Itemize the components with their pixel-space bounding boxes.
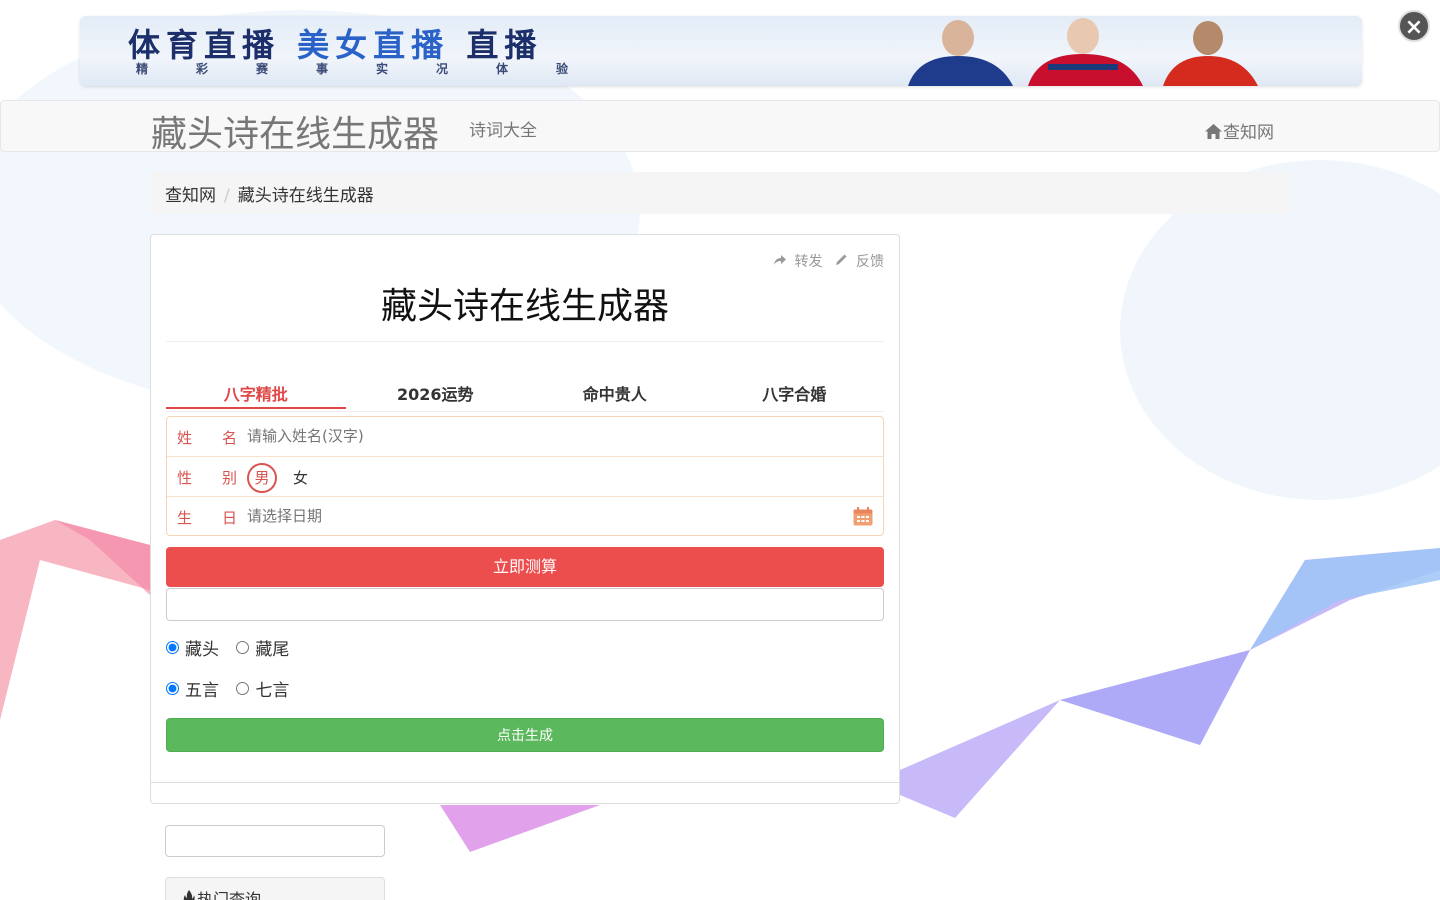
home-icon (1205, 124, 1222, 139)
option-tail-radio[interactable] (236, 641, 250, 654)
tabs-divider (166, 411, 884, 412)
sports-banner-ad[interactable]: 体育直播 美女直播 直播 精彩赛事实况体验 (80, 16, 1362, 86)
tab-noble-person[interactable]: 命中贵人 (525, 377, 705, 409)
name-input[interactable] (247, 427, 847, 445)
site-brand[interactable]: 藏头诗在线生成器 (151, 105, 439, 157)
option-seven-char-label: 七言 (255, 681, 290, 701)
fortune-form: 姓名 性别 男 女 生日 (166, 416, 884, 536)
calculate-button[interactable]: 立即测算 (166, 547, 884, 587)
banner-title-part3: 直播 (466, 26, 543, 64)
hot-queries-title: 热门查询 (197, 890, 262, 900)
close-ad-button[interactable]: × (1398, 10, 1430, 42)
nav-link-poetry[interactable]: 诗词大全 (469, 116, 537, 141)
page-title: 藏头诗在线生成器 (380, 286, 669, 327)
panel-footer-divider (151, 782, 899, 783)
nav-home-link[interactable]: 查知网 (1204, 118, 1274, 143)
share-links: 转发 反馈 (765, 251, 884, 271)
option-head[interactable]: 藏头 (166, 640, 219, 660)
name-row: 姓名 (167, 417, 883, 457)
option-five-char[interactable]: 五言 (166, 681, 219, 701)
option-tail-label: 藏尾 (255, 640, 290, 660)
breadcrumb: 查知网 / 藏头诗在线生成器 (150, 172, 1291, 214)
gender-row: 性别 男 女 (167, 457, 883, 497)
birthday-row: 生日 (167, 497, 883, 537)
gender-female-option[interactable]: 女 (293, 467, 308, 488)
birthday-input[interactable] (247, 507, 847, 525)
title-divider (166, 341, 884, 342)
hot-queries-panel: 热门查询 (165, 877, 385, 900)
banner-title-part2: 美女直播 (297, 26, 450, 64)
nav-home-label: 查知网 (1223, 123, 1274, 143)
option-seven-char-radio[interactable] (236, 682, 250, 695)
tab-2026-fortune[interactable]: 2026运势 (346, 377, 526, 409)
fire-icon (183, 890, 195, 900)
calendar-icon[interactable] (853, 507, 873, 526)
pencil-icon (836, 254, 847, 265)
option-tail[interactable]: 藏尾 (236, 640, 289, 660)
position-options: 藏头 藏尾 (166, 635, 301, 660)
tab-bazi-analysis[interactable]: 八字精批 (166, 377, 346, 409)
breadcrumb-current: 藏头诗在线生成器 (237, 186, 374, 206)
length-options: 五言 七言 (166, 676, 301, 701)
generator-panel: 转发 反馈 藏头诗在线生成器 八字精批 2026运势 命中贵人 八字合婚 姓名 … (150, 234, 900, 804)
navbar: 藏头诗在线生成器 诗词大全 查知网 (0, 100, 1440, 155)
generate-button[interactable]: 点击生成 (166, 718, 884, 752)
option-five-char-label: 五言 (185, 681, 219, 701)
feedback-label: 反馈 (856, 254, 884, 270)
option-five-char-radio[interactable] (166, 682, 179, 695)
share-icon (773, 255, 786, 265)
breadcrumb-separator: / (224, 186, 230, 206)
sidebar-search-input[interactable] (165, 825, 385, 857)
feedback-button[interactable]: 反馈 (835, 254, 884, 270)
banner-subtitle: 精彩赛事实况体验 (136, 62, 617, 76)
name-keyword-input[interactable] (166, 588, 884, 621)
tab-bar: 八字精批 2026运势 命中贵人 八字合婚 (166, 377, 884, 409)
tab-marriage-match[interactable]: 八字合婚 (705, 377, 885, 409)
option-head-radio[interactable] (166, 641, 179, 654)
share-button[interactable]: 转发 (773, 254, 823, 270)
share-label: 转发 (794, 254, 823, 270)
banner-title-part1: 体育直播 (128, 26, 281, 64)
gender-male-option[interactable]: 男 (247, 463, 277, 493)
football-players-image (908, 18, 1258, 86)
option-seven-char[interactable]: 七言 (236, 681, 289, 701)
breadcrumb-home[interactable]: 查知网 (165, 186, 216, 206)
option-head-label: 藏头 (185, 640, 219, 660)
